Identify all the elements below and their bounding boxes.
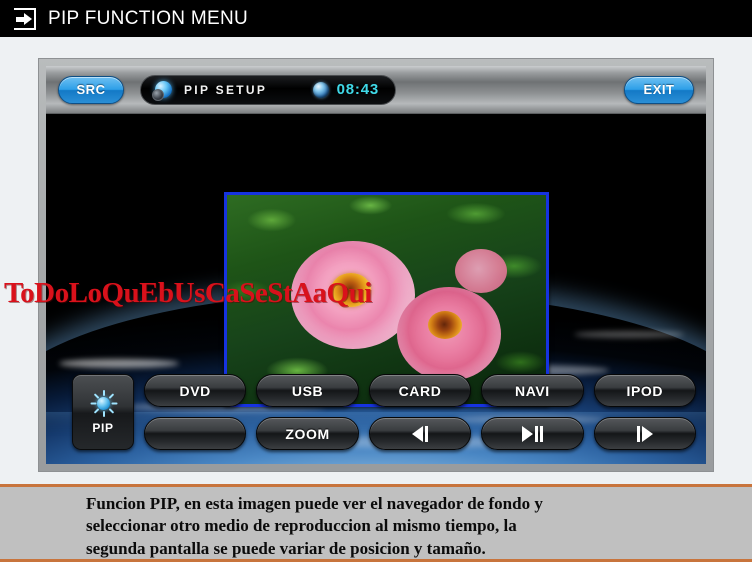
play-pause-icon bbox=[521, 425, 543, 442]
peony-flower-secondary bbox=[397, 287, 501, 381]
previous-track-icon bbox=[411, 425, 428, 442]
source-button-grid: DVD USB CARD NAVI IPOD ZOOM bbox=[144, 374, 696, 450]
control-strip: SRC PIP SETUP 08:43 EXIT bbox=[46, 66, 706, 114]
caption-line-2: seleccionar otro medio de reproduccion a… bbox=[86, 516, 517, 536]
card-button[interactable]: CARD bbox=[368, 374, 472, 407]
clock-display: 08:43 bbox=[336, 81, 379, 98]
pip-button-label: PIP bbox=[92, 420, 114, 435]
device-screen: SRC PIP SETUP 08:43 EXIT PIP DVD USB CAR… bbox=[46, 66, 706, 464]
title-bar: PIP FUNCTION MENU bbox=[0, 0, 752, 37]
space-background: PIP DVD USB CARD NAVI IPOD ZOOM bbox=[46, 114, 706, 464]
globe-icon bbox=[312, 81, 329, 98]
src-button[interactable]: SRC bbox=[58, 75, 124, 104]
usb-button[interactable]: USB bbox=[256, 374, 359, 407]
navi-button[interactable]: NAVI bbox=[481, 374, 584, 407]
ipod-button[interactable]: IPOD bbox=[593, 374, 696, 407]
next-track-icon bbox=[636, 425, 653, 442]
cloud-streak bbox=[574, 331, 684, 338]
play-pause-button[interactable] bbox=[481, 417, 584, 450]
brightness-sun-icon bbox=[89, 389, 117, 417]
next-button[interactable] bbox=[593, 417, 696, 450]
enter-arrow-icon bbox=[14, 7, 36, 30]
button-pad: PIP DVD USB CARD NAVI IPOD ZOOM bbox=[72, 374, 696, 450]
flower-center bbox=[330, 273, 371, 308]
caption-line-3: segunda pantalla se puede variar de posi… bbox=[86, 538, 486, 558]
previous-button[interactable] bbox=[368, 417, 472, 450]
exit-button[interactable]: EXIT bbox=[624, 75, 694, 104]
blank-button[interactable] bbox=[144, 417, 247, 450]
status-label: PIP SETUP bbox=[184, 82, 268, 97]
device-bezel: SRC PIP SETUP 08:43 EXIT PIP DVD USB CAR… bbox=[38, 58, 714, 472]
status-display: PIP SETUP 08:43 bbox=[140, 74, 396, 105]
page-title: PIP FUNCTION MENU bbox=[48, 7, 249, 29]
pip-orb-icon bbox=[152, 81, 172, 101]
caption-bar: Funcion PIP, en esta imagen puede ver el… bbox=[0, 484, 752, 562]
caption-line-1: Funcion PIP, en esta imagen puede ver el… bbox=[86, 494, 543, 513]
flower-center bbox=[428, 311, 463, 340]
pip-button[interactable]: PIP bbox=[72, 374, 134, 450]
dvd-button[interactable]: DVD bbox=[144, 374, 247, 407]
flower-bud bbox=[455, 249, 507, 293]
zoom-button[interactable]: ZOOM bbox=[256, 417, 359, 450]
cloud-streak bbox=[59, 359, 180, 368]
